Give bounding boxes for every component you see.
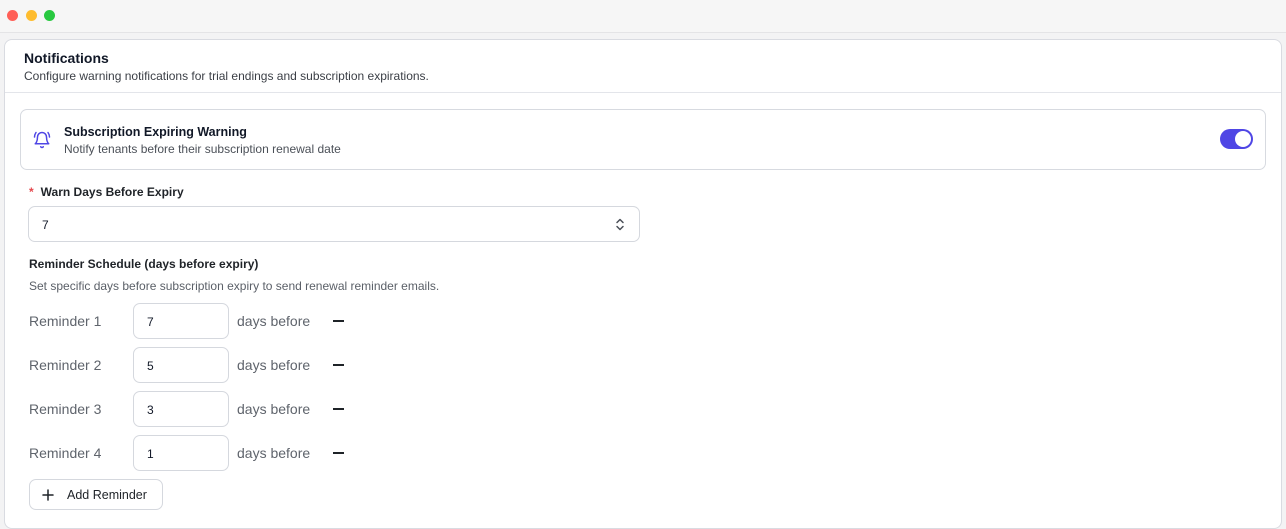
- reminder-suffix: days before: [237, 445, 311, 461]
- toggle-knob: [1235, 131, 1251, 147]
- warning-description: Notify tenants before their subscription…: [64, 142, 341, 156]
- reminder-row: Reminder 1 7 days before: [5, 303, 405, 339]
- close-window-button[interactable]: [7, 10, 18, 21]
- warn-days-value: 7: [42, 218, 49, 232]
- reminder-label: Reminder 4: [29, 445, 102, 461]
- remove-reminder-minus-icon[interactable]: [333, 364, 344, 366]
- warning-title: Subscription Expiring Warning: [64, 125, 247, 139]
- maximize-window-button[interactable]: [44, 10, 55, 21]
- reminder-schedule-title: Reminder Schedule (days before expiry): [29, 257, 259, 271]
- notifications-card: Notifications Configure warning notifica…: [4, 39, 1282, 529]
- reminder-row: Reminder 4 1 days before: [5, 435, 405, 471]
- reminder-days-value: 5: [147, 359, 154, 373]
- required-marker: *: [29, 185, 34, 199]
- reminder-label: Reminder 1: [29, 313, 102, 329]
- reminder-suffix: days before: [237, 313, 311, 329]
- up-down-stepper-icon[interactable]: [615, 217, 625, 232]
- window-titlebar: [0, 0, 1286, 33]
- remove-reminder-minus-icon[interactable]: [333, 452, 344, 454]
- reminder-days-value: 1: [147, 447, 154, 461]
- reminder-days-input[interactable]: 5: [133, 347, 229, 383]
- reminder-suffix: days before: [237, 357, 311, 373]
- reminder-days-input[interactable]: 7: [133, 303, 229, 339]
- reminder-days-input[interactable]: 3: [133, 391, 229, 427]
- reminder-suffix: days before: [237, 401, 311, 417]
- reminder-schedule-description: Set specific days before subscription ex…: [29, 279, 440, 293]
- reminder-days-input[interactable]: 1: [133, 435, 229, 471]
- plus-icon: [42, 489, 54, 501]
- warn-days-label: * Warn Days Before Expiry: [29, 185, 184, 199]
- remove-reminder-minus-icon[interactable]: [333, 408, 344, 410]
- add-reminder-label: Add Reminder: [67, 488, 147, 502]
- card-subtitle: Configure warning notifications for tria…: [24, 69, 429, 83]
- subscription-warning-panel: Subscription Expiring Warning Notify ten…: [20, 109, 1266, 170]
- reminder-row: Reminder 2 5 days before: [5, 347, 405, 383]
- warn-days-input[interactable]: 7: [28, 206, 640, 242]
- card-title: Notifications: [24, 50, 109, 66]
- remove-reminder-minus-icon[interactable]: [333, 320, 344, 322]
- reminder-label: Reminder 2: [29, 357, 102, 373]
- add-reminder-button[interactable]: Add Reminder: [29, 479, 163, 510]
- reminder-days-value: 3: [147, 403, 154, 417]
- reminder-days-value: 7: [147, 315, 154, 329]
- warn-days-label-text: Warn Days Before Expiry: [40, 185, 184, 199]
- bell-ring-icon: [33, 131, 51, 149]
- reminder-label: Reminder 3: [29, 401, 102, 417]
- card-header: Notifications Configure warning notifica…: [5, 40, 1281, 93]
- warning-enabled-toggle[interactable]: [1220, 129, 1253, 149]
- minimize-window-button[interactable]: [26, 10, 37, 21]
- reminder-row: Reminder 3 3 days before: [5, 391, 405, 427]
